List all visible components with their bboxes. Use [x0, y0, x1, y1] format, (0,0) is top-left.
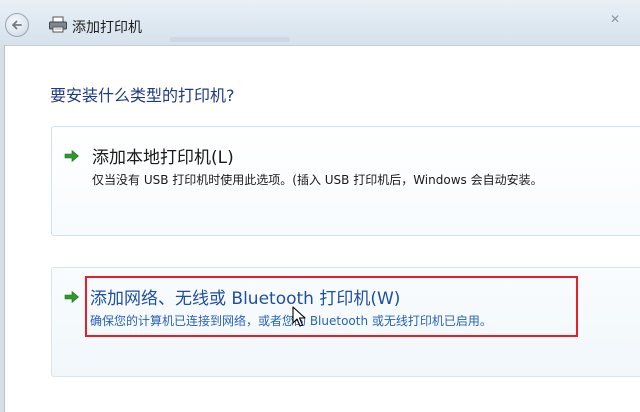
- back-button[interactable]: [5, 13, 29, 37]
- option-network-description: 确保您的计算机已连接到网络，或者您的 Bluetooth 或无线打印机已启用。: [90, 314, 492, 328]
- window-title: 添加打印机: [72, 20, 142, 36]
- option-network-title[interactable]: 添加网络、无线或 Bluetooth 打印机(W): [90, 284, 400, 309]
- printer-icon: [49, 16, 67, 33]
- option-local-description: 仅当没有 USB 打印机时使用此选项。(插入 USB 打印机后，Windows …: [92, 173, 543, 187]
- option-local-title[interactable]: 添加本地打印机(L): [92, 143, 234, 168]
- green-arrow-icon: [64, 290, 79, 304]
- option-add-local-printer[interactable]: 添加本地打印机(L) 仅当没有 USB 打印机时使用此选项。(插入 USB 打印…: [51, 126, 640, 236]
- add-printer-window: 添加打印机 ✕ 要安装什么类型的打印机? 添加本地打印机(L) 仅当没有 USB…: [0, 0, 640, 412]
- option-add-network-printer[interactable]: 添加网络、无线或 Bluetooth 打印机(W) 确保您的计算机已连接到网络，…: [51, 267, 640, 377]
- title-bar: 添加打印机 ✕: [0, 0, 640, 46]
- green-arrow-icon: [64, 149, 79, 163]
- window-border: [0, 45, 5, 412]
- back-arrow-icon: [12, 20, 22, 30]
- page-heading: 要安装什么类型的打印机?: [50, 86, 235, 105]
- close-icon[interactable]: ✕: [610, 12, 620, 26]
- mouse-cursor: [292, 306, 306, 327]
- address-bar-fragment: [170, 37, 290, 42]
